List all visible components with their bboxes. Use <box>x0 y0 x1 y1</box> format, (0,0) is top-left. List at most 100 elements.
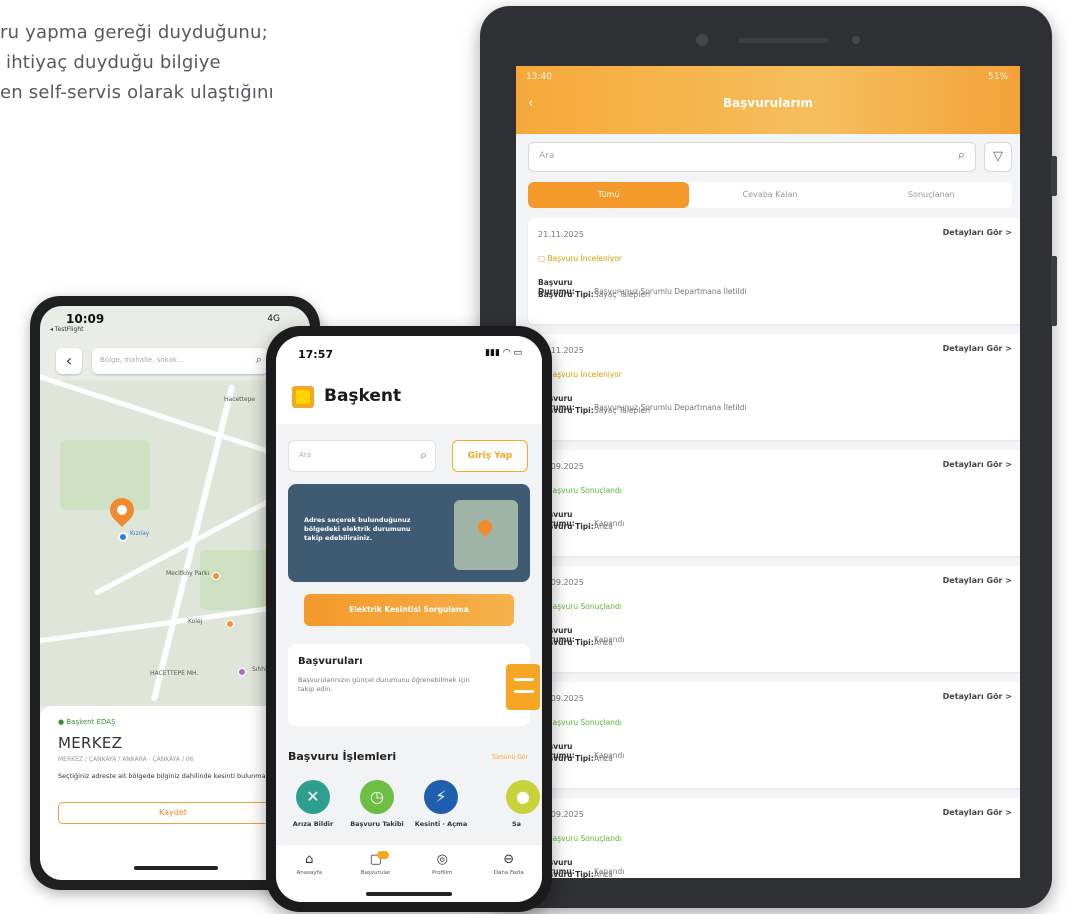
filter-icon[interactable]: ▽ <box>984 142 1012 172</box>
tablet-volume-button <box>1051 256 1057 326</box>
view-details-link[interactable]: Detayları Gör > <box>943 692 1012 701</box>
banner-text: Adres seçerek bulunduğunuz bölgedeki ele… <box>304 516 411 542</box>
op-label: Kesinti · Açma <box>414 820 468 828</box>
back-app-label[interactable]: ◂ TestFlight <box>50 326 83 333</box>
tab-bar: Tümü Cevaba Kalan Sonuçlanan <box>528 182 1012 208</box>
tools-icon: ✕ <box>296 780 330 814</box>
application-card[interactable]: 01.09.2025Detayları Gör >▢ Başvuru Sonuç… <box>528 682 1020 788</box>
tab-pending[interactable]: Cevaba Kalan <box>689 182 850 208</box>
type-value: Arıza <box>594 522 613 531</box>
tablet-header: 13:40 51% ‹ Başvurularım <box>516 66 1020 134</box>
nav-more[interactable]: ⊖ Daha Fazla <box>476 845 543 902</box>
map-label: HACETTEPE MH. <box>150 670 199 677</box>
current-location-icon <box>118 532 128 542</box>
application-card[interactable]: 21.11.2025Detayları Gör >▢ Başvuru İncel… <box>528 334 1020 440</box>
card-status: ▢ Başvuru İnceleniyor <box>538 254 622 263</box>
status-signal: 4G <box>267 314 280 324</box>
see-all-link[interactable]: Tümünü Gör <box>491 754 528 761</box>
map-park <box>60 440 150 510</box>
map-road <box>150 384 236 702</box>
application-card[interactable]: 14.09.2025Detayları Gör >▢ Başvuru Sonuç… <box>528 450 1020 556</box>
op-label: Arıza Bildir <box>292 820 334 828</box>
op-disconnect-connect[interactable]: ⚡ Kesinti · Açma <box>410 780 472 828</box>
op-meter[interactable]: ● Sa <box>486 780 542 828</box>
status-time: 17:57 <box>298 348 334 361</box>
intro-line-3: en self-servis olarak ulaştığını <box>0 82 274 103</box>
intro-text: ru yapma gereği duyduğunu; ihtiyaç duydu… <box>0 18 420 108</box>
middle-phone-device: 17:57 ▮▮▮ ◠ ▭ Başkent Ara ⌕ Giriş Yap Ad… <box>266 326 552 912</box>
map-search-placeholder: Bölge, mahalle, sokak... <box>100 356 184 364</box>
notification-badge <box>376 851 389 859</box>
map-search-input[interactable]: Bölge, mahalle, sokak... ⌕ <box>92 348 268 374</box>
view-details-link[interactable]: Detayları Gör > <box>943 228 1012 237</box>
home-screen: 17:57 ▮▮▮ ◠ ▭ Başkent Ara ⌕ Giriş Yap Ad… <box>276 336 542 902</box>
save-button[interactable]: Kaydet <box>58 802 288 824</box>
search-icon[interactable]: ⌕ <box>256 353 262 367</box>
op-label: Başvuru Takibi <box>350 820 404 828</box>
search-input[interactable]: Ara ⌕ <box>528 142 976 172</box>
tablet-camera <box>696 34 708 46</box>
type-value: Sayaç Talepleri <box>594 290 651 299</box>
login-button[interactable]: Giriş Yap <box>452 440 528 472</box>
nav-label: Daha Fazla <box>493 870 524 876</box>
back-button[interactable]: ‹ <box>56 348 82 374</box>
view-details-link[interactable]: Detayları Gör > <box>943 344 1012 353</box>
map-label: Kızılay <box>130 530 150 537</box>
status-battery: 51% <box>987 72 1008 82</box>
card-status-text: Başvuru İnceleniyor <box>547 254 622 263</box>
type-value: Arıza <box>594 754 613 763</box>
location-name: MERKEZ <box>58 734 123 752</box>
op-report-fault[interactable]: ✕ Arıza Bildir <box>282 780 344 828</box>
banner-map-image <box>454 500 518 570</box>
search-icon[interactable]: ⌕ <box>958 148 965 163</box>
view-details-link[interactable]: Detayları Gör > <box>943 576 1012 585</box>
op-track-application[interactable]: ◷ Başvuru Takibi <box>346 780 408 828</box>
tablet-sensor <box>852 36 860 44</box>
type-value: Arıza <box>594 870 613 878</box>
brand-logo-icon <box>292 386 314 408</box>
tab-resolved[interactable]: Sonuçlanan <box>851 182 1012 208</box>
view-details-link[interactable]: Detayları Gör > <box>943 808 1012 817</box>
card-date: 21.11.2025 <box>538 230 584 239</box>
nav-label: Profilim <box>431 870 453 876</box>
type-label: Başvuru Tipi: <box>538 290 594 299</box>
outage-info: Seçtiğiniz adreste ait bölgede bilginiz … <box>58 772 297 780</box>
map-poi[interactable] <box>226 620 234 628</box>
tablet-power-button <box>1051 156 1057 196</box>
brand-name: Başkent <box>324 386 402 406</box>
application-card[interactable]: 21.11.2025 Detayları Gör > ▢ Başvuru İncel… <box>528 218 1020 324</box>
application-card[interactable]: 01.09.2025Detayları Gör >▢ Başvuru Sonuç… <box>528 798 1020 878</box>
nav-home[interactable]: ⌂ Anasayfa <box>276 845 343 902</box>
map-poi[interactable] <box>238 668 246 676</box>
type-value: Arıza <box>594 638 613 647</box>
application-card[interactable]: 01.09.2025Detayları Gör >▢ Başvuru Sonuç… <box>528 566 1020 672</box>
more-icon: ⊖ <box>503 852 515 867</box>
outage-banner[interactable]: Adres seçerek bulunduğunuz bölgedeki ele… <box>288 484 530 582</box>
application-list: 21.11.2025 Detayları Gör > ▢ Başvuru İncel… <box>528 218 1020 878</box>
card-status-text: Başvuru Sonuçlandı <box>547 602 622 611</box>
card-status-text: Başvuru İnceleniyor <box>547 370 622 379</box>
view-details-link[interactable]: Detayları Gör > <box>943 460 1012 469</box>
tab-all[interactable]: Tümü <box>528 182 690 208</box>
search-input[interactable]: Ara ⌕ <box>288 440 436 472</box>
operations-row: ✕ Arıza Bildir ◷ Başvuru Takibi ⚡ Kesint… <box>282 780 542 844</box>
applications-icon: ▢ <box>369 852 382 867</box>
map-label: Hacettepe <box>224 396 256 403</box>
profile-icon: ◎ <box>436 852 448 867</box>
outage-query-button[interactable]: Elektrik Kesintisi Sorgulama <box>304 594 514 626</box>
nav-label: Başvurular <box>360 870 391 876</box>
meter-icon: ● <box>506 780 540 814</box>
map-poi[interactable] <box>212 572 220 580</box>
tablet-screen: 13:40 51% ‹ Başvurularım Ara ⌕ ▽ Tümü Ce… <box>516 66 1020 878</box>
plug-icon: ⚡ <box>424 780 458 814</box>
page-title: Başvurularım <box>723 96 813 110</box>
map-label: Kolej <box>188 618 203 625</box>
search-icon[interactable]: ⌕ <box>420 448 427 463</box>
card-type-row: Başvuru Tipi:Sayaç Talepleri <box>538 406 650 415</box>
card-status-text: Başvuru Sonuçlandı <box>547 486 622 495</box>
card-type-row: Başvuru Tipi:Sayaç Talepleri <box>538 290 650 299</box>
applications-card[interactable]: Başvuruları Başvurularınızın güncel duru… <box>288 644 540 726</box>
search-placeholder: Ara <box>539 151 555 161</box>
nav-label: Anasayfa <box>296 870 322 876</box>
tablet-device: 13:40 51% ‹ Başvurularım Ara ⌕ ▽ Tümü Ce… <box>480 6 1057 908</box>
